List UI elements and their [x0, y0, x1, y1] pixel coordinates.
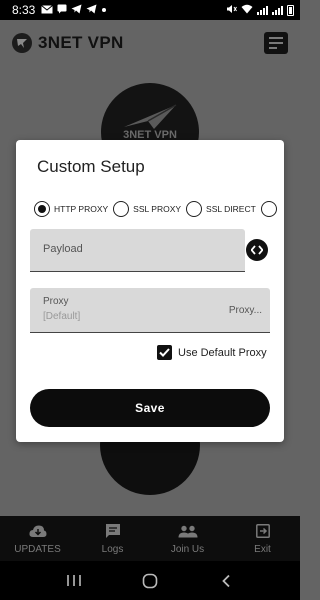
code-icon[interactable] [246, 239, 268, 261]
checkbox-label: Use Default Proxy [178, 346, 267, 359]
group-icon [178, 523, 198, 540]
status-time: 8:33 [12, 3, 36, 17]
radio-label: SSL PROXY [133, 204, 182, 214]
radio-button[interactable] [34, 201, 50, 217]
proxy-picker-button[interactable]: Proxy... [229, 305, 262, 316]
dot-icon [101, 5, 107, 15]
radio-button[interactable] [186, 201, 203, 217]
wifi-icon [241, 4, 253, 16]
message-icon [57, 4, 67, 16]
recent-apps-button[interactable] [59, 569, 89, 593]
payload-input[interactable]: Payload [30, 229, 245, 272]
custom-setup-dialog: Custom Setup HTTP PROXY SSL PROXY SSL DI… [16, 140, 284, 442]
exit-icon [255, 523, 270, 540]
back-button[interactable] [211, 569, 241, 593]
mute-icon [226, 4, 237, 16]
cloud-download-icon [28, 523, 47, 540]
app-bar: 3NET VPN [0, 20, 300, 66]
proxy-label: Proxy [43, 296, 69, 307]
radio-option-ssl-proxy[interactable]: SSL PROXY [113, 201, 181, 217]
menu-line [269, 37, 283, 39]
proxy-value: [Default] [43, 311, 81, 322]
radio-label: SSL DIRECT [206, 204, 256, 214]
back-icon [222, 574, 230, 587]
radio-option-more[interactable] [260, 201, 277, 217]
save-button[interactable]: Save [30, 389, 270, 427]
home-button[interactable] [135, 569, 165, 593]
chat-icon [105, 523, 121, 540]
menu-line [269, 42, 283, 44]
radio-option-http-proxy[interactable]: HTTP PROXY [34, 201, 108, 217]
recents-icon [67, 575, 81, 586]
app-logo-icon [12, 33, 32, 53]
nav-label: UPDATES [14, 543, 61, 555]
payload-placeholder: Payload [43, 243, 83, 255]
proxy-input[interactable]: Proxy [Default] Proxy... [30, 288, 270, 333]
dialog-title: Custom Setup [37, 157, 145, 176]
menu-button[interactable] [264, 32, 288, 54]
nav-label: Exit [254, 543, 271, 555]
system-nav [0, 561, 300, 600]
battery-icon [287, 4, 294, 16]
nav-item-join-us[interactable]: Join Us [150, 516, 225, 561]
nav-item-exit[interactable]: Exit [225, 516, 300, 561]
nav-item-logs[interactable]: Logs [75, 516, 150, 561]
status-bar: 8:33 [0, 0, 300, 20]
status-right [226, 4, 294, 16]
status-left: 8:33 [12, 3, 107, 17]
signal-icon [257, 5, 268, 15]
mail-icon [41, 4, 54, 16]
menu-line [269, 47, 278, 49]
use-default-proxy-checkbox[interactable]: Use Default Proxy [157, 345, 267, 360]
radio-option-ssl-direct[interactable]: SSL DIRECT [186, 201, 256, 217]
radio-button[interactable] [113, 201, 130, 217]
signal-icon [272, 5, 283, 15]
radio-button[interactable] [260, 201, 277, 217]
nav-label: Join Us [170, 543, 205, 555]
app-title: 3NET VPN [38, 33, 124, 52]
brand: 3NET VPN [12, 33, 124, 53]
telegram-icon [86, 4, 97, 16]
telegram-icon [71, 4, 82, 16]
checkbox-icon[interactable] [157, 345, 172, 360]
nav-item-updates[interactable]: UPDATES [0, 516, 75, 561]
home-icon [142, 573, 158, 588]
bottom-nav: UPDATES Logs Join Us Exit [0, 516, 300, 561]
connection-mode-group: HTTP PROXY SSL PROXY SSL DIRECT [34, 199, 284, 219]
radio-label: HTTP PROXY [54, 204, 109, 214]
nav-label: Logs [101, 543, 124, 555]
